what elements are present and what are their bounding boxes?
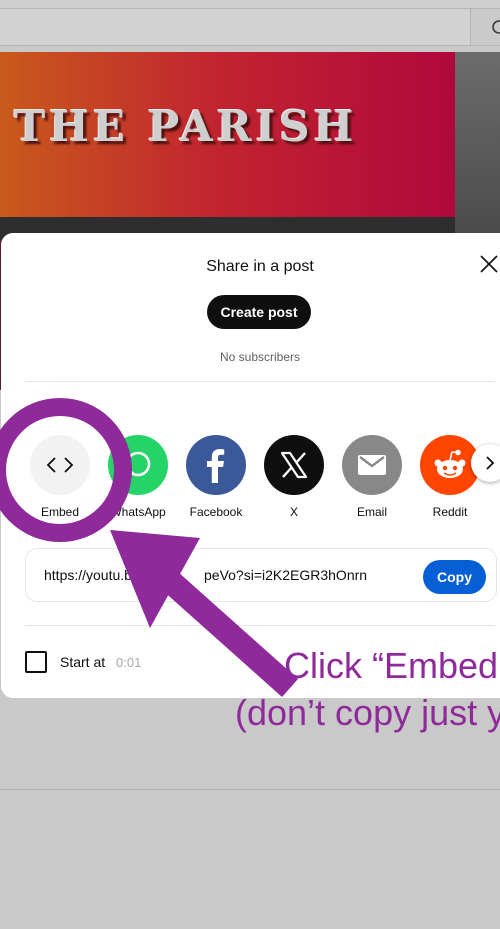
search-input[interactable]	[0, 8, 472, 46]
share-dialog: Share in a post Create post No subscribe…	[1, 233, 500, 698]
x-icon	[264, 435, 324, 495]
email-icon	[342, 435, 402, 495]
annotation-text-line1: Click “Embed	[284, 645, 499, 686]
start-at-checkbox[interactable]	[25, 651, 47, 673]
hero-side	[455, 52, 500, 242]
background-divider	[0, 789, 500, 790]
share-target-email[interactable]: Email	[333, 435, 411, 525]
share-label: WhatsApp	[110, 505, 166, 519]
close-icon	[480, 255, 498, 273]
share-label: Reddit	[432, 505, 468, 519]
embed-code-icon	[30, 435, 90, 495]
whatsapp-icon	[108, 435, 168, 495]
start-at-time: 0:01	[116, 655, 142, 670]
subscribers-text: No subscribers	[219, 350, 301, 364]
video-thumbnail: THE PARISH	[0, 52, 500, 242]
share-link-text-right: peVo?si=i2K2EGR3hOnrn	[204, 567, 368, 583]
share-label: Embed	[40, 505, 80, 519]
search-button[interactable]	[470, 8, 500, 46]
create-post-button[interactable]: Create post	[207, 295, 311, 329]
search-icon	[492, 20, 500, 34]
sign-text: THE PARISH	[14, 102, 358, 151]
start-at-label: Start at	[60, 654, 106, 670]
divider	[25, 625, 495, 626]
copy-button[interactable]: Copy	[423, 560, 486, 594]
share-target-whatsapp[interactable]: WhatsApp	[99, 435, 177, 525]
share-label: Email	[356, 505, 387, 519]
dialog-title: Share in a post	[206, 258, 314, 275]
share-target-x[interactable]: X	[255, 435, 333, 525]
share-target-embed[interactable]: Embed	[21, 435, 99, 525]
annotation-text-line2: (don’t copy just y	[235, 692, 500, 733]
facebook-icon	[186, 435, 246, 495]
share-label: X	[289, 505, 298, 519]
chevron-right-icon	[486, 456, 495, 470]
share-link-text-left: https://youtu.b	[44, 567, 132, 583]
share-link-field[interactable]: https://youtu.b peVo?si=i2K2EGR3hOnrn Co…	[25, 548, 497, 602]
divider	[25, 381, 495, 382]
close-button[interactable]	[478, 253, 500, 275]
share-label: Facebook	[189, 505, 243, 519]
share-target-facebook[interactable]: Facebook	[177, 435, 255, 525]
